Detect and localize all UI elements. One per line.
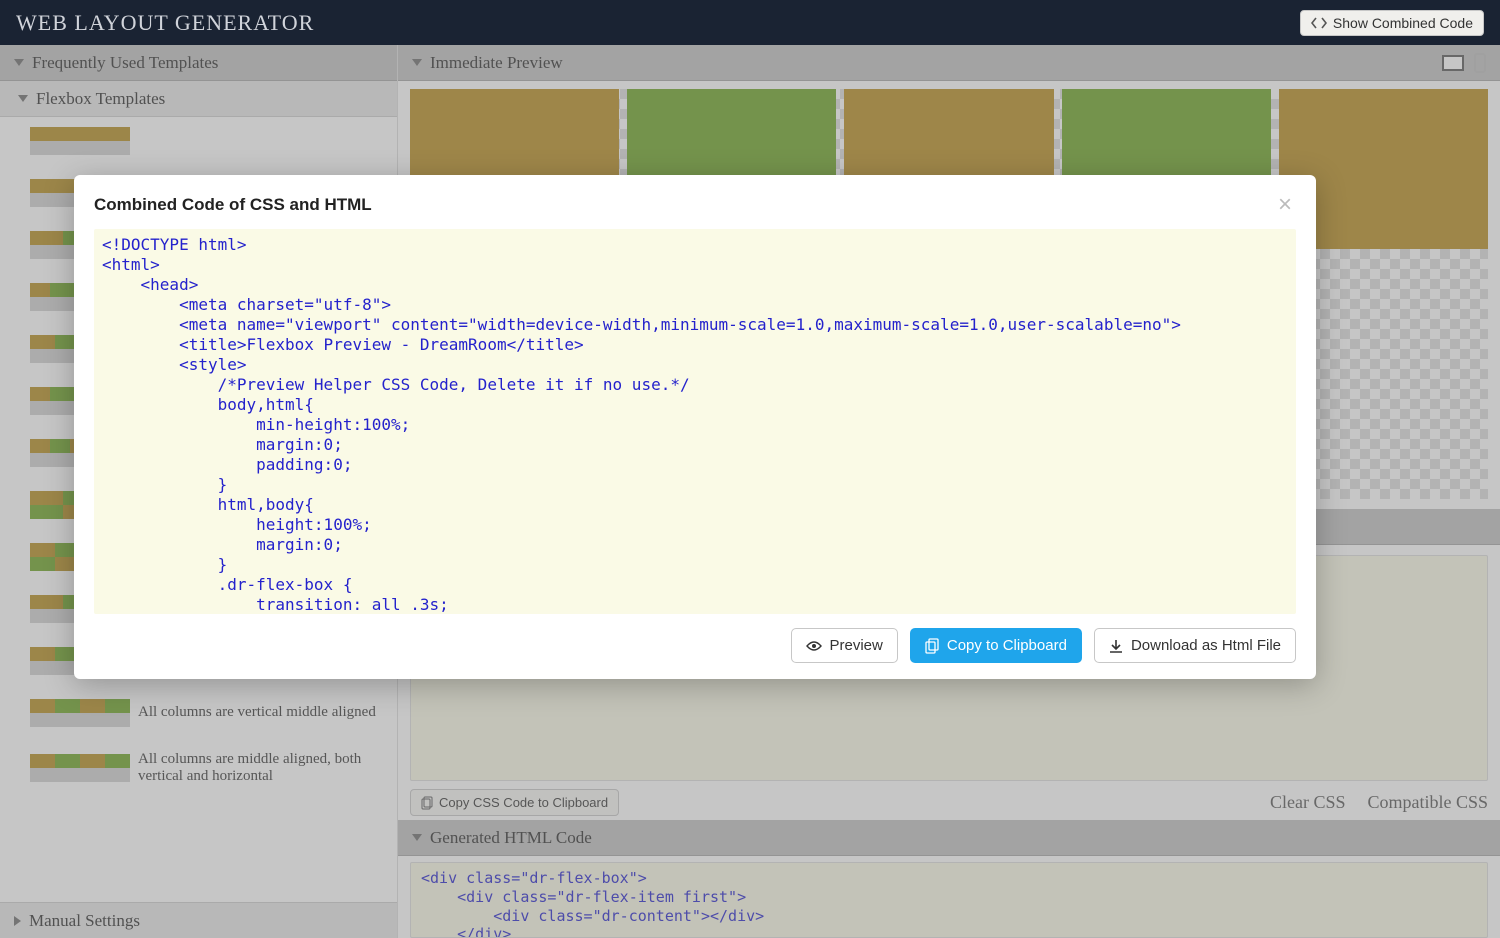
preview-button-label: Preview	[830, 637, 883, 654]
template-item[interactable]	[8, 123, 397, 175]
combined-code-modal: Combined Code of CSS and HTML × <!DOCTYP…	[74, 175, 1316, 679]
download-html-button[interactable]: Download as Html File	[1094, 628, 1296, 663]
immediate-preview-header[interactable]: Immediate Preview	[398, 45, 1500, 81]
template-item[interactable]: All columns are vertical middle aligned	[8, 695, 397, 747]
combined-code-box[interactable]: <!DOCTYPE html> <html> <head> <meta char…	[94, 229, 1296, 614]
copy-css-label: Copy CSS Code to Clipboard	[439, 795, 608, 810]
show-combined-code-button[interactable]: Show Combined Code	[1300, 10, 1484, 36]
desktop-icon[interactable]	[1442, 55, 1464, 71]
top-bar: WEB LAYOUT GENERATOR Show Combined Code	[0, 0, 1500, 45]
manual-settings-label: Manual Settings	[29, 911, 140, 931]
flexbox-templates-label: Flexbox Templates	[36, 89, 165, 109]
manual-settings-header[interactable]: Manual Settings	[0, 902, 397, 938]
show-combined-code-label: Show Combined Code	[1333, 15, 1473, 31]
flexbox-templates-header[interactable]: Flexbox Templates	[0, 81, 397, 117]
download-icon	[1109, 639, 1123, 653]
template-item[interactable]: All columns are middle aligned, both ver…	[8, 747, 397, 806]
copy-icon	[925, 638, 939, 654]
mobile-icon[interactable]	[1474, 53, 1486, 73]
immediate-preview-label: Immediate Preview	[430, 53, 563, 73]
modal-footer: Preview Copy to Clipboard Download as Ht…	[94, 628, 1296, 663]
chevron-right-icon	[14, 916, 21, 926]
generated-html-header[interactable]: Generated HTML Code	[398, 820, 1500, 856]
chevron-down-icon	[18, 95, 28, 102]
device-switcher	[1442, 53, 1486, 73]
css-toolbar: Copy CSS Code to Clipboard Clear CSS Com…	[410, 789, 1488, 816]
chevron-down-icon	[14, 59, 24, 66]
chevron-down-icon	[412, 59, 422, 66]
close-icon[interactable]: ×	[1274, 193, 1296, 217]
main-area: Frequently Used Templates Flexbox Templa…	[0, 45, 1500, 938]
copy-button-label: Copy to Clipboard	[947, 637, 1067, 654]
freq-used-templates-header[interactable]: Frequently Used Templates	[0, 45, 397, 81]
generated-html-code[interactable]: <div class="dr-flex-box"> <div class="dr…	[410, 862, 1488, 938]
compatible-css-link[interactable]: Compatible CSS	[1367, 792, 1488, 813]
chevron-down-icon	[412, 834, 422, 841]
copy-icon	[421, 796, 433, 810]
copy-to-clipboard-button[interactable]: Copy to Clipboard	[910, 628, 1082, 663]
preview-button[interactable]: Preview	[791, 628, 898, 663]
generated-html-label: Generated HTML Code	[430, 828, 592, 848]
download-button-label: Download as Html File	[1131, 637, 1281, 654]
copy-css-button[interactable]: Copy CSS Code to Clipboard	[410, 789, 619, 816]
freq-used-templates-label: Frequently Used Templates	[32, 53, 218, 73]
modal-title: Combined Code of CSS and HTML	[94, 195, 372, 215]
code-icon	[1311, 17, 1327, 29]
eye-icon	[806, 640, 822, 652]
app-title: WEB LAYOUT GENERATOR	[16, 10, 314, 36]
clear-css-link[interactable]: Clear CSS	[1270, 792, 1346, 813]
